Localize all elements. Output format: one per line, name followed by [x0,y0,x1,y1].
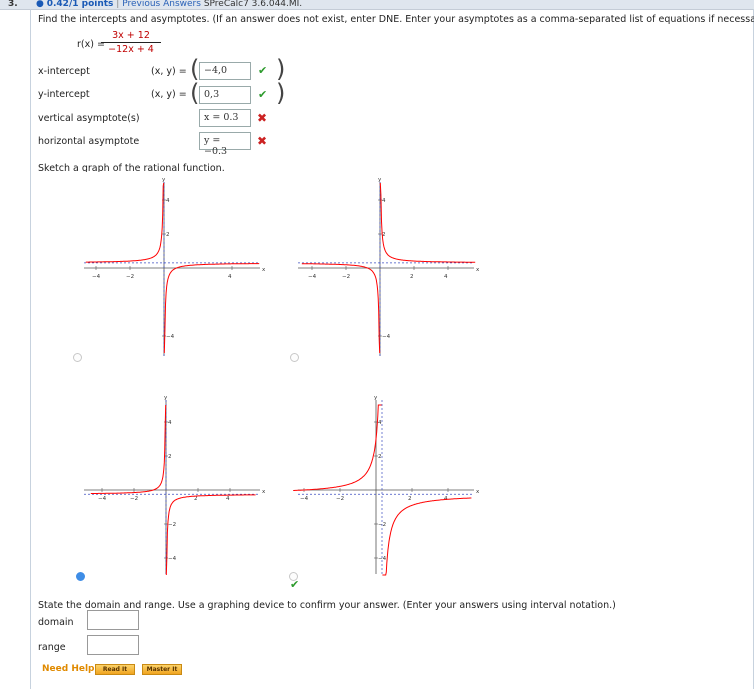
close-paren: ) [276,55,286,83]
read-it-button[interactable]: Read It [95,664,135,675]
correct-check-icon: ✔ [258,64,268,77]
numerator: 3x + 12 [101,30,161,43]
incorrect-x-icon: ✖ [257,111,268,125]
domain-label: domain [38,617,74,628]
x-intercept-prefix: (x, y) = [151,66,187,77]
range-input[interactable] [87,635,139,655]
curve-branch-1 [293,404,382,491]
x-axis-label: x [476,267,480,273]
points-label: 0.42/1 points [46,0,114,9]
curve-branch-1 [85,182,165,263]
y-intercept-label: y-intercept [38,89,90,100]
previous-answers-link[interactable]: Previous Answers [122,0,201,9]
question-number: 3. [8,0,18,9]
function-fraction: 3x + 12 −12x + 4 [101,30,161,55]
denominator: −12x + 4 [108,44,154,55]
incorrect-x-icon: ✖ [257,134,268,148]
curve-branch-2 [165,494,256,576]
y-intercept-input[interactable]: 0,3 [199,86,251,104]
vertical-asymptote-input[interactable]: x = 0.3 [199,109,251,127]
x-intercept-input[interactable]: −4,0 [199,62,251,80]
y-tick-label: −4 [382,334,391,340]
y-tick-label: 4 [168,420,172,426]
master-it-button[interactable]: Master It [142,664,182,675]
domain-input[interactable] [87,610,139,630]
x-tick-label: −2 [342,274,350,280]
y-axis-label: y [374,395,378,401]
y-tick-label: −4 [168,556,177,562]
x-tick-label: −4 [300,496,309,502]
x-tick-label: −2 [130,496,138,502]
y-tick-label: 4 [378,420,382,426]
x-intercept-label: x-intercept [38,66,90,77]
graph-radio-1[interactable] [73,353,82,362]
y-tick-label: 2 [168,454,172,460]
graph-option-1[interactable]: xy−4 −2 442−4 [70,172,270,362]
instructions: Find the intercepts and asymptotes. (If … [38,14,754,25]
x-axis-label: x [476,489,480,495]
open-paren: ( [190,55,200,83]
x-axis-label: x [262,489,266,495]
x-tick-label: 2 [410,274,414,280]
x-tick-label: −4 [98,496,107,502]
graph-option-2[interactable]: xy−4 −2 2 442−4 [284,172,484,362]
x-axis-label: x [262,267,266,273]
close-paren: ) [276,79,286,107]
graph-option-4[interactable]: xy−4−22442−2−4 [284,390,484,580]
status-dot-icon: ● [36,0,44,9]
y-tick-label: −2 [168,522,176,528]
y-tick-label: 4 [166,198,170,204]
vertical-asymptote-label: vertical asymptote(s) [38,113,140,124]
y-tick-label: −4 [166,334,175,340]
curve-branch-2 [382,497,472,576]
x-tick-label: 2 [194,496,198,502]
x-tick-label: −4 [308,274,317,280]
question-header: ● 0.42/1 points | Previous Answers SPreC… [36,0,302,9]
graph-option-3[interactable]: xy−4 −2 2 442−2−4 [70,390,270,580]
curve-branch-2 [379,182,476,263]
problem-id: SPreCalc7 3.6.044.MI. [203,0,303,9]
y-tick-label: 2 [166,232,170,238]
curve-branch-2 [163,263,260,354]
x-tick-label: −2 [126,274,134,280]
correct-check-icon: ✔ [258,88,268,101]
x-tick-label: 2 [408,496,412,502]
header-separator: | [116,0,120,9]
open-paren: ( [190,79,200,107]
x-tick-label: 4 [226,496,230,502]
graph-radio-3[interactable] [76,572,85,581]
horizontal-asymptote-input[interactable]: y = −0.3 [199,132,251,157]
x-tick-label: −4 [92,274,101,280]
y-tick-label: 4 [382,198,386,204]
y-intercept-prefix: (x, y) = [151,89,187,100]
need-help-label: Need Help? [42,664,100,674]
x-tick-label: 4 [228,274,232,280]
range-label: range [38,642,66,653]
correct-check-icon: ✔ [290,578,300,591]
horizontal-asymptote-label: horizontal asymptote [38,136,140,147]
graph-radio-2[interactable] [290,353,299,362]
x-tick-label: −2 [336,496,344,502]
curve-branch-1 [90,404,167,494]
y-tick-label: 2 [378,454,382,460]
x-tick-label: 4 [444,274,448,280]
